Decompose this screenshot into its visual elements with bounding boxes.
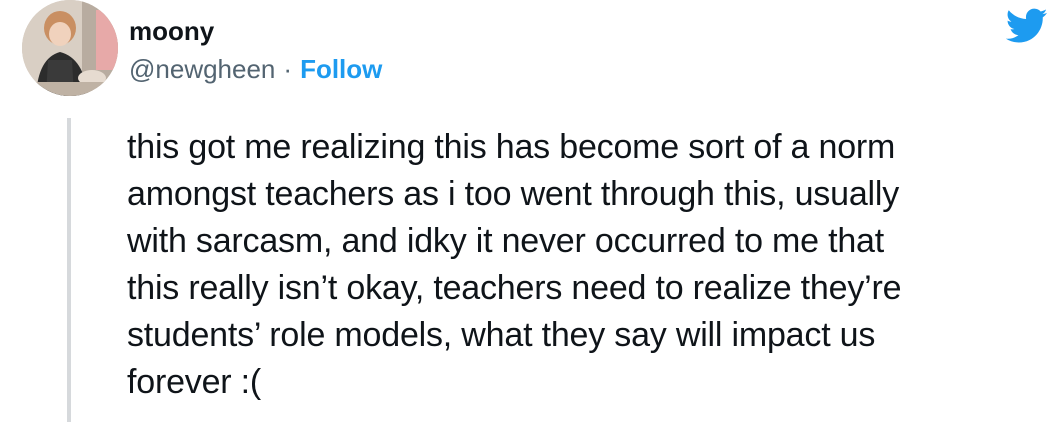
follow-button[interactable]: Follow: [300, 54, 382, 84]
avatar-photo: [22, 0, 118, 96]
author-display-name[interactable]: moony: [129, 16, 214, 46]
tweet-card: moony @newgheen · Follow this got me reali…: [0, 0, 1058, 422]
author-handle-row: @newgheen · Follow: [129, 54, 382, 84]
author-handle[interactable]: @newgheen: [129, 54, 275, 84]
thread-line: [67, 118, 71, 422]
twitter-bird-icon[interactable]: [1006, 8, 1048, 44]
separator-dot: ·: [283, 54, 293, 84]
tweet-text: this got me realizing this has become so…: [127, 128, 902, 401]
avatar[interactable]: [22, 0, 118, 96]
